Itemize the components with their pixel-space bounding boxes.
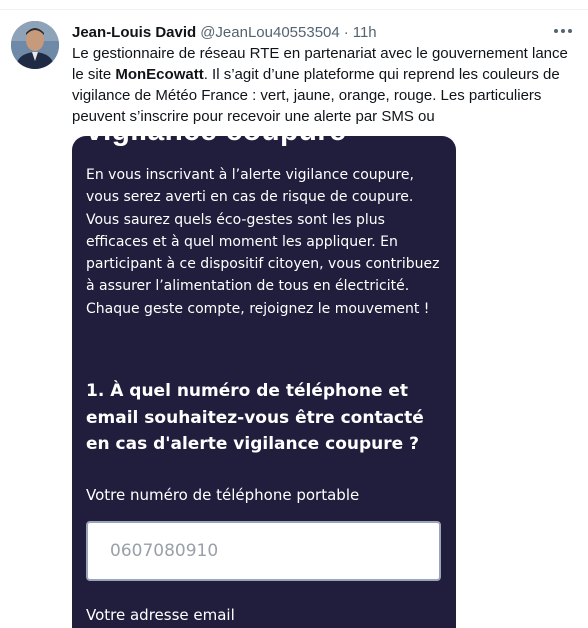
author-name[interactable]: Jean-Louis David [72,24,196,41]
author-handle[interactable]: @JeanLou40553504 [200,24,340,41]
email-field-label: Votre adresse email [86,606,235,624]
phone-input[interactable] [86,521,441,581]
tweet-timestamp[interactable]: 11h [353,24,377,41]
timeline-divider [0,0,588,10]
more-options-button[interactable] [550,20,576,42]
tweet-media-image[interactable]: vigilance coupure En vous inscrivant à l… [72,136,456,628]
tweet-text-site-name: MonEcowatt [115,66,204,83]
author-avatar[interactable] [11,21,59,69]
avatar-photo [11,21,59,69]
separator-dot: · [343,23,349,41]
tweet-header: Jean-Louis David @JeanLou40553504 · 11h [72,22,377,42]
phone-field-label: Votre numéro de téléphone portable [86,486,360,504]
media-description: En vous inscrivant à l’alerte vigilance … [86,167,440,317]
media-question-heading: 1. À quel numéro de téléphone et email s… [86,381,424,454]
media-clipped-title: vigilance coupure [86,136,346,148]
tweet-text: Le gestionnaire de réseau RTE en partena… [72,43,582,127]
more-horizontal-icon [554,29,572,33]
